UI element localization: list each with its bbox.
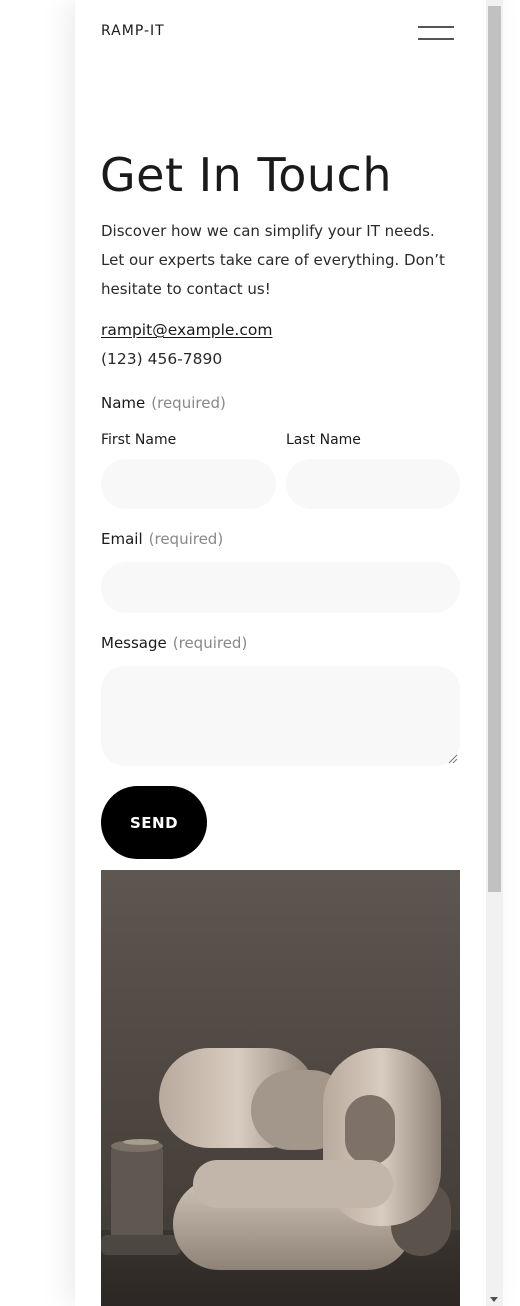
intro-text: Discover how we can simplify your IT nee… xyxy=(101,222,445,298)
last-name-label: Last Name xyxy=(286,432,361,448)
last-name-field[interactable] xyxy=(286,459,460,509)
required-indicator: (required) xyxy=(151,394,226,412)
name-label-text: Name xyxy=(101,394,146,412)
send-button[interactable]: SEND xyxy=(101,786,207,859)
hamburger-menu-icon[interactable] xyxy=(418,24,456,42)
first-name-label: First Name xyxy=(101,432,177,448)
page: RAMP-IT Get In Touch Discover how we can… xyxy=(75,0,486,1306)
required-indicator: (required) xyxy=(148,530,224,548)
message-label: Message (required) xyxy=(101,634,247,652)
scroll-down-arrow-icon[interactable] xyxy=(490,1297,498,1302)
message-label-text: Message xyxy=(101,634,167,652)
resize-handle-icon[interactable] xyxy=(448,754,458,764)
browser-viewport: RAMP-IT Get In Touch Discover how we can… xyxy=(0,0,520,1306)
menu-line xyxy=(418,26,454,28)
site-logo[interactable]: RAMP-IT xyxy=(101,23,165,39)
scrollbar[interactable] xyxy=(486,0,503,1306)
chair-photo-illustration xyxy=(101,870,460,1306)
chair-photo xyxy=(101,870,460,1306)
menu-line xyxy=(418,38,454,40)
phone-number: (123) 456-7890 xyxy=(101,350,223,368)
name-label: Name (required) xyxy=(101,394,226,412)
scrollbar-thumb[interactable] xyxy=(488,6,501,892)
required-indicator: (required) xyxy=(172,634,248,652)
first-name-field[interactable] xyxy=(101,459,276,509)
email-link[interactable]: rampit@example.com xyxy=(101,321,272,339)
email-label-text: Email xyxy=(101,530,143,548)
page-title: Get In Touch xyxy=(100,148,392,202)
email-label: Email (required) xyxy=(101,530,223,548)
email-field[interactable] xyxy=(101,562,460,613)
message-field[interactable] xyxy=(101,666,460,766)
